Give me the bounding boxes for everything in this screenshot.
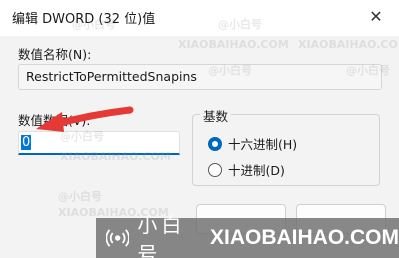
banner-brand-cn: 小白号: [137, 213, 186, 258]
value-name-field[interactable]: RestrictToPermittedSnapins: [18, 64, 382, 90]
annotation-arrow-icon: [36, 106, 134, 132]
value-data-text: 0: [21, 135, 32, 150]
radio-checked-icon: [208, 136, 222, 151]
title-bar: 编辑 DWORD (32 位)值 ✕: [0, 0, 399, 36]
radio-hexadecimal-label: 十六进制(H): [228, 137, 298, 152]
radio-decimal[interactable]: 十进制(D): [208, 160, 285, 179]
value-name-label: 数值名称(N):: [18, 47, 92, 62]
value-data-input[interactable]: 0: [18, 131, 180, 155]
close-icon: ✕: [369, 6, 383, 26]
radio-decimal-label: 十进制(D): [228, 163, 285, 178]
dialog-title: 编辑 DWORD (32 位)值: [12, 12, 156, 27]
broadcast-icon: [106, 229, 130, 247]
banner-brand-en: XIAOBAIHAO.COM: [210, 226, 399, 249]
radio-unchecked-icon: [208, 162, 222, 177]
base-group-title: 基数: [200, 106, 232, 125]
radio-hexadecimal[interactable]: 十六进制(H): [208, 134, 297, 153]
close-button[interactable]: ✕: [353, 0, 399, 32]
watermark-banner: 小白号 XIAOBAIHAO.COM: [96, 213, 399, 258]
